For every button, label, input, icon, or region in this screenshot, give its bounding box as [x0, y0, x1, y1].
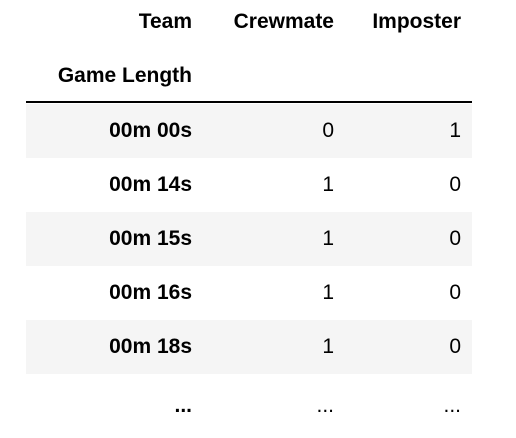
- table-row: 00m 00s 0 1: [26, 104, 472, 158]
- row-index: 00m 15s: [109, 227, 192, 250]
- column-header-row: Team Crewmate Imposter: [26, 0, 472, 54]
- table-row: 00m 16s 1 0: [26, 266, 472, 320]
- crewmate-value: 1: [322, 173, 334, 196]
- row-index: 00m 18s: [109, 335, 192, 358]
- crewmate-value: 1: [322, 335, 334, 358]
- row-index-ellipsis: ...: [174, 394, 192, 417]
- ellipsis-row: ... ... ...: [26, 374, 472, 428]
- imposter-value: 0: [449, 335, 461, 358]
- table-row: 00m 14s 1 0: [26, 158, 472, 212]
- table-row: 00m 18s 1 0: [26, 320, 472, 374]
- imposter-value: 0: [449, 227, 461, 250]
- row-index: 00m 16s: [109, 281, 192, 304]
- index-name-row: Game Length: [26, 54, 472, 108]
- crewmate-value: 0: [322, 119, 334, 142]
- header-divider: [26, 101, 472, 103]
- column-header-crewmate: Crewmate: [233, 10, 334, 33]
- index-name-label: Game Length: [57, 64, 192, 87]
- column-header-imposter: Imposter: [372, 10, 461, 33]
- row-index: 00m 00s: [109, 119, 192, 142]
- crewmate-value: 1: [322, 281, 334, 304]
- imposter-ellipsis: ...: [443, 394, 461, 417]
- columns-name-label: Team: [138, 10, 192, 33]
- crewmate-value: 1: [322, 227, 334, 250]
- imposter-value: 0: [449, 281, 461, 304]
- row-index: 00m 14s: [109, 173, 192, 196]
- crewmate-ellipsis: ...: [316, 394, 334, 417]
- imposter-value: 1: [449, 119, 461, 142]
- table-row: 00m 15s 1 0: [26, 212, 472, 266]
- imposter-value: 0: [449, 173, 461, 196]
